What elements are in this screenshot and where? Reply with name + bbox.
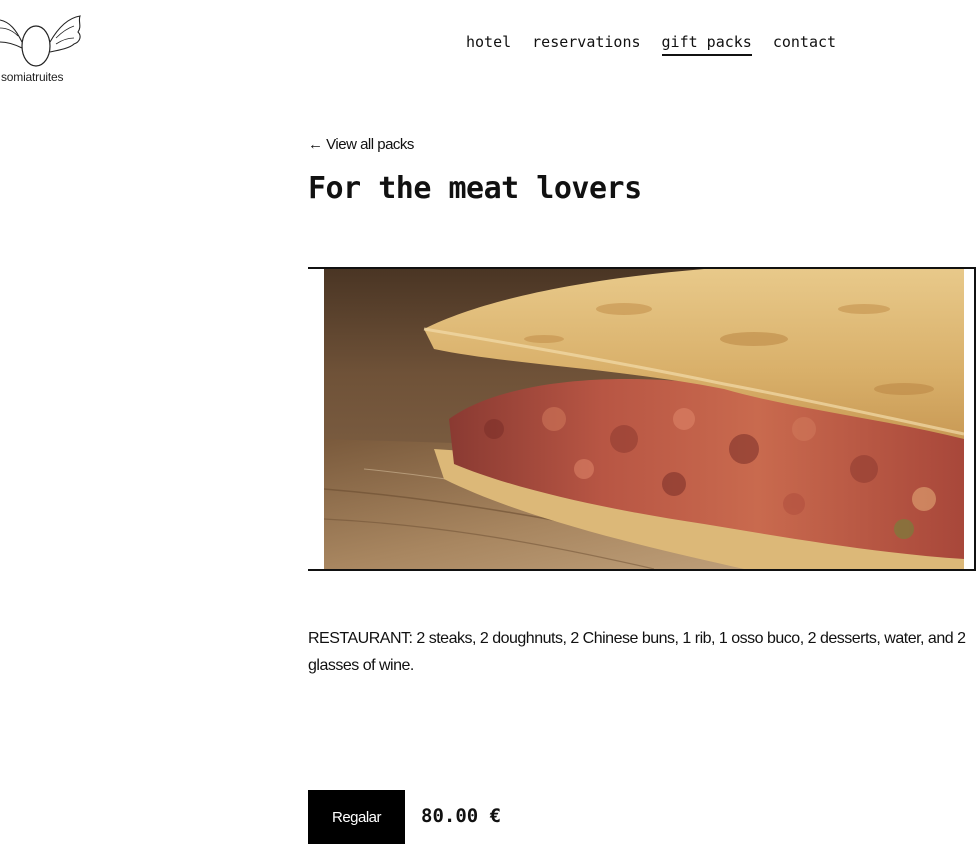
price: 80.00 €: [421, 805, 502, 827]
logo-text: somiatruites: [1, 70, 64, 84]
meat-flatbread-photo: [324, 269, 964, 569]
nav-item-gift-packs[interactable]: gift packs: [661, 33, 752, 56]
page-title: For the meat lovers: [308, 171, 642, 206]
pack-description: RESTAURANT: 2 steaks, 2 doughnuts, 2 Chi…: [308, 630, 966, 674]
view-all-packs-link[interactable]: ← View all packs: [308, 136, 414, 153]
main-nav: hotel reservations gift packs contact: [466, 33, 857, 56]
regalar-button[interactable]: Regalar: [308, 790, 405, 844]
logo[interactable]: somiatruites: [0, 8, 90, 84]
image-gallery[interactable]: [308, 267, 976, 571]
nav-item-contact[interactable]: contact: [773, 33, 836, 56]
nav-item-hotel[interactable]: hotel: [466, 33, 511, 56]
winged-egg-logo-icon: [0, 15, 81, 67]
nav-item-reservations[interactable]: reservations: [532, 33, 640, 56]
